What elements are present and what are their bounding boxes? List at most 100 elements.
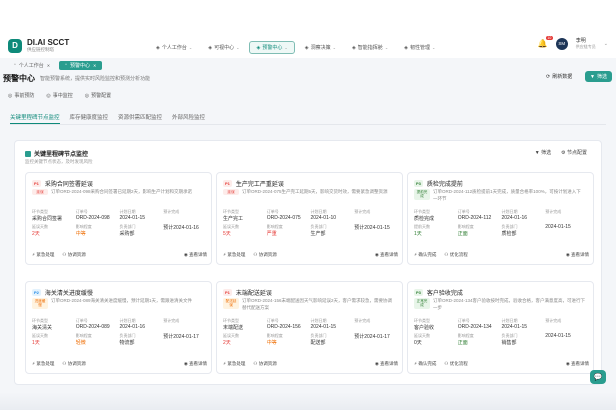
alert-icon: ◈ [256,44,261,51]
user-role: 供应链专员 [575,44,596,49]
card-field: 计划日期 2024-01-10 [310,209,337,221]
card-field: 计划日期 2024-01-15 [119,209,146,221]
priority-badge: P2 [32,289,41,296]
nav-item-3[interactable]: ◈ 洞察决策 ⌄ [299,41,342,54]
close-icon[interactable]: ✕ [47,63,50,68]
nav-item-5[interactable]: ◈ 韧性管理 ⌄ [398,41,441,54]
app-subtitle: 供应链控制塔 [27,47,54,52]
card-field: 计划日期 2024-01-16 [119,318,146,330]
main-tab-3[interactable]: 外部风险监控 [172,113,205,124]
quick-icon: ◎ [84,92,90,99]
refresh-button[interactable]: ⟳ 刷新数据 [546,73,572,81]
card-field: 预计2024-01-17 [163,334,199,340]
priority-badge: P3 [414,289,423,296]
card-title: 海关清关进度缓慢 [44,291,93,297]
nav-item-2[interactable]: ◈ 预警中心 ⌄ [249,41,295,54]
card-action-button[interactable]: ⚡ 紧急处理 [32,361,54,367]
card-field: 负责部门 销售部 [501,333,518,346]
card-action-button[interactable]: ⚡ 确认完成 [414,361,436,367]
card-field: 计划日期 2024-01-16 [501,209,528,221]
priority-badge: P1 [223,289,232,296]
card-action-button[interactable]: ⚇ 协调资源 [253,252,276,258]
panel-desc: 监控关键节点状态，及时发现风险 [25,159,93,164]
page-subtitle: 智能预警系统，提供实时风险监控和预测分析功能 [40,76,151,82]
card-title: 采购合同签署延误 [44,182,93,188]
card-action-button[interactable]: ⚇ 协调资源 [62,361,85,367]
milestone-card: P3 质检完成提前 提前完成 订单ORD-2024-112质检提前1天完成，质量合格率… [407,172,594,265]
card-field: 负责部门 质检部 [501,224,518,237]
card-field: 影响程度 正面 [457,224,474,237]
nav-item-0[interactable]: ◈ 个人工作台 ⌄ [150,41,198,54]
card-action-button[interactable]: ⚇ 优化流程 [444,252,467,258]
card-action-button[interactable]: ◉ 查看详情 [375,252,398,258]
card-action-button[interactable]: ◉ 查看详情 [566,361,589,367]
quick-links: ◎ 事前预防 ◎ 事中监控 ◎ 预警配置 [0,92,111,100]
status-badge: 提前完成 [414,189,430,200]
page-icon: ▫ [14,62,16,68]
page-tabs: ▫ 个人工作台 ✕ ▫ 预警中心 ✕ [0,60,616,70]
card-action-button[interactable]: ◉ 查看详情 [375,361,398,367]
main-tab-0[interactable]: 关键里程碑节点监控 [10,113,60,124]
card-field: 影响程度 严重 [266,224,283,237]
card-title: 末端配送延误 [235,291,272,297]
card-field: 影响程度 轻微 [75,333,92,346]
bell-icon[interactable]: 🔔 10 [538,36,553,48]
card-field: 预计完成 [163,209,180,214]
card-field: 订单号 ORD-2024-134 [457,318,492,330]
card-action-button[interactable]: ◉ 查看详情 [566,252,589,258]
user-name: 李明 [575,38,586,44]
page-tab-0[interactable]: ▫ 个人工作台 ✕ [8,61,56,70]
card-field: 影响程度 中等 [75,224,92,237]
card-action-button[interactable]: ⚡ 确认完成 [414,252,436,258]
card-field: 延误天数 1天 [32,333,48,346]
cockpit-icon: ◈ [351,44,356,51]
nav-item-4[interactable]: ◈ 智能指挥舱 ⌄ [346,41,394,54]
refresh-icon: ⟳ [546,73,551,80]
quick-link-2[interactable]: ◎ 预警配置 [84,92,111,100]
milestone-card: P2 海关清关进度缓慢 进度缓慢 订单ORD-2024-089海关清关进度缓慢，预计延… [25,281,212,374]
status-badge: 延误 [223,189,239,196]
chat-icon[interactable]: 💬 [590,370,606,384]
main-tab-2[interactable]: 资源供需匹配监控 [118,113,162,124]
card-field: 负责部门 物流部 [119,333,136,346]
main-nav: ◈ 个人工作台 ⌄ ◈ 可视中心 ⌄ ◈ 预警中心 ⌄ ◈ 洞察决策 ⌄ ◈ 智能指挥舱 ⌄ ◈ 韧性管理 ⌄ [150,41,441,54]
card-action-button[interactable]: ⚡ 紧急处理 [32,252,54,258]
card-action-button[interactable]: ⚇ 协调资源 [62,252,85,258]
card-title: 生产完工严重延误 [235,182,284,188]
card-field: 环节类型 生产完工 [223,209,244,222]
close-icon[interactable]: ✕ [93,63,96,68]
card-field: 延误天数 0天 [414,333,430,346]
avatar[interactable]: SM [555,37,568,50]
quick-icon: ◎ [46,92,51,99]
card-field: 订单号 ORD-2024-156 [266,318,301,330]
card-field: 订单号 ORD-2024-089 [75,318,110,330]
card-field: 订单号 ORD-2024-075 [266,209,301,221]
node-config-button[interactable]: ⚙ 节点配置 [561,149,587,156]
chevron-down-icon[interactable]: ⌄ [604,41,608,47]
filter-button[interactable]: ▼ 筛选 [585,71,612,82]
milestone-icon [25,150,31,157]
card-action-button[interactable]: ◉ 查看详情 [184,361,207,367]
nav-item-1[interactable]: ◈ 可视中心 ⌄ [202,41,245,54]
card-field: 预计2024-01-15 [354,225,390,231]
quick-link-0[interactable]: ◎ 事前预防 [8,92,34,100]
card-action-button[interactable]: ⚇ 协调资源 [253,361,276,367]
app-logo[interactable]: D DI.AI SCCT 供应链控制塔 [8,38,69,53]
card-action-button[interactable]: ⚇ 优化流程 [444,361,467,367]
chevron-down-icon: ⌄ [332,45,336,50]
card-action-button[interactable]: ⚡ 紧急处理 [223,361,245,367]
card-action-button[interactable]: ◉ 查看详情 [184,252,207,258]
shield-icon: ◈ [404,44,409,51]
card-field: 环节类型 客户验收 [414,318,435,331]
main-tab-1[interactable]: 库存健康度监控 [70,113,109,124]
priority-badge: P1 [223,180,232,187]
card-title: 质检完成提前 [426,182,463,188]
card-field: 预计完成 [545,209,562,214]
nav-label: 韧性管理 [410,45,431,51]
quick-link-1[interactable]: ◎ 事中监控 [46,92,72,100]
card-field: 预计完成 [163,318,180,323]
card-field: 预计2024-01-16 [163,225,199,231]
page-tab-1[interactable]: ▫ 预警中心 ✕ [59,60,103,70]
card-action-button[interactable]: ⚡ 紧急处理 [223,252,245,258]
panel-filter-button[interactable]: ▼ 筛选 [535,149,551,156]
